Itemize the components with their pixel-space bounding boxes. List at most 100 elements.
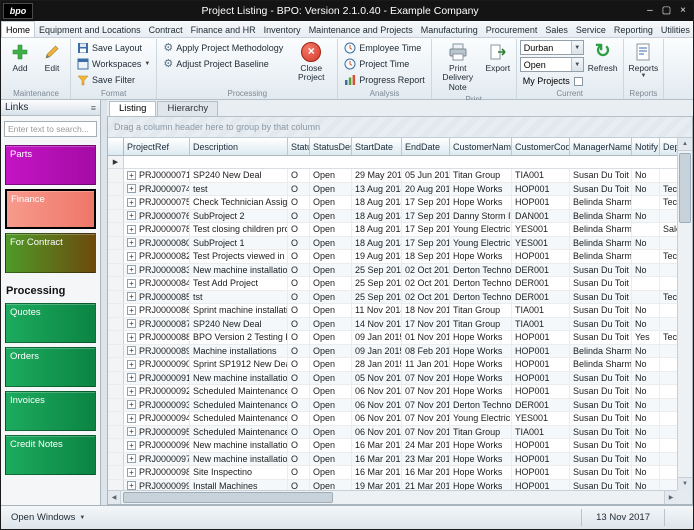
status-dropdown[interactable]: Open ▼ — [520, 57, 584, 72]
expand-icon[interactable]: + — [127, 468, 136, 477]
close-icon[interactable]: × — [680, 6, 686, 16]
grid-row-PRJ0000089[interactable]: +PRJ0000089Machine installationsOOpen09 … — [108, 345, 677, 359]
menu-tab-equipment-and-locations[interactable]: Equipment and Locations — [35, 21, 145, 37]
scroll-left-icon[interactable]: ◀ — [108, 491, 121, 504]
grid-filter-row[interactable]: ▶ — [108, 156, 677, 169]
minimize-icon[interactable]: – — [647, 6, 653, 16]
maximize-icon[interactable]: ▢ — [662, 6, 671, 16]
sidebar-link-invoices[interactable]: Invoices — [5, 391, 96, 431]
scroll-down-icon[interactable]: ▼ — [678, 477, 692, 490]
grid-row-PRJ0000086[interactable]: +PRJ0000086Sprint machine installation -… — [108, 304, 677, 318]
reports-button[interactable]: Reports ▼ — [627, 40, 661, 88]
sidebar-link-orders[interactable]: Orders — [5, 347, 96, 387]
menu-tab-manufacturing[interactable]: Manufacturing — [417, 21, 482, 37]
grid-row-PRJ0000088[interactable]: +PRJ0000088BPO Version 2 Testing PlanOOp… — [108, 331, 677, 345]
column-header-enddate[interactable]: EndDate — [402, 138, 450, 155]
edit-button[interactable]: Edit — [37, 40, 67, 88]
expand-icon[interactable]: + — [127, 211, 136, 220]
column-header-status[interactable]: Status — [288, 138, 310, 155]
expand-icon[interactable]: + — [127, 225, 136, 234]
expand-icon[interactable]: + — [127, 306, 136, 315]
grid-row-PRJ0000090[interactable]: +PRJ0000090Sprint SP1912 New Deal SaleOO… — [108, 358, 677, 372]
column-header-statusdesc[interactable]: StatusDesc — [310, 138, 352, 155]
column-header-description[interactable]: Description — [190, 138, 288, 155]
scroll-up-icon[interactable]: ▲ — [678, 138, 692, 151]
links-menu-icon[interactable]: ≡ — [91, 103, 96, 113]
expand-icon[interactable]: + — [127, 198, 136, 207]
expand-icon[interactable]: + — [127, 481, 136, 490]
column-header-customername[interactable]: CustomerName — [450, 138, 512, 155]
export-button[interactable]: Export — [483, 40, 513, 94]
close-project-button[interactable]: × Close Project — [288, 40, 334, 88]
column-header-notify[interactable]: Notify — [632, 138, 660, 155]
menu-tab-procurement[interactable]: Procurement — [482, 21, 542, 37]
grid-row-PRJ0000074[interactable]: +PRJ0000074testOOpen13 Aug 201420 Aug 20… — [108, 183, 677, 197]
expand-icon[interactable]: + — [127, 441, 136, 450]
menu-tab-contract[interactable]: Contract — [145, 21, 187, 37]
column-header-startdate[interactable]: StartDate — [352, 138, 402, 155]
grid-row-PRJ0000097[interactable]: +PRJ0000097New machine installationOOpen… — [108, 453, 677, 467]
print-delivery-note-button[interactable]: Print Delivery Note — [435, 40, 481, 94]
grid-row-PRJ0000076[interactable]: +PRJ0000076SubProject 2OOpen18 Aug 20141… — [108, 210, 677, 224]
grid-row-PRJ0000095[interactable]: +PRJ0000095Scheduled Maintenance for TI.… — [108, 426, 677, 440]
grid-row-PRJ0000096[interactable]: +PRJ0000096New machine installation SP 1… — [108, 439, 677, 453]
grid-row-PRJ0000085[interactable]: +PRJ0000085tstOOpen25 Sep 201402 Oct 201… — [108, 291, 677, 305]
vertical-scrollbar[interactable]: ▲ ▼ — [677, 138, 692, 490]
vertical-scroll-thumb[interactable] — [679, 153, 691, 223]
expand-icon[interactable]: + — [127, 414, 136, 423]
adjust-project-baseline-button[interactable]: ⚙ Adjust Project Baseline — [160, 56, 286, 71]
expand-icon[interactable]: + — [127, 373, 136, 382]
grid-row-PRJ0000099[interactable]: +PRJ0000099Install MachinesOOpen19 Mar 2… — [108, 480, 677, 491]
search-input[interactable] — [4, 121, 97, 137]
grid-row-PRJ0000094[interactable]: +PRJ0000094Scheduled Maintenance for YE.… — [108, 412, 677, 426]
column-header-projectref[interactable]: ProjectRef — [124, 138, 190, 155]
grid-row-PRJ0000080[interactable]: +PRJ0000080SubProject 1OOpen18 Aug 20141… — [108, 237, 677, 251]
menu-tab-reporting[interactable]: Reporting — [610, 21, 657, 37]
tab-hierarchy[interactable]: Hierarchy — [157, 101, 218, 116]
sidebar-link-quotes[interactable]: Quotes — [5, 303, 96, 343]
expand-icon[interactable]: + — [127, 360, 136, 369]
grid-row-PRJ0000082[interactable]: +PRJ0000082Test Projects viewed in Custo… — [108, 250, 677, 264]
menu-tab-maintenance-and-projects[interactable]: Maintenance and Projects — [305, 21, 417, 37]
menu-tab-service[interactable]: Service — [572, 21, 610, 37]
expand-icon[interactable]: + — [127, 292, 136, 301]
expand-icon[interactable]: + — [127, 400, 136, 409]
grid-row-PRJ0000084[interactable]: +PRJ0000084Test Add ProjectOOpen25 Sep 2… — [108, 277, 677, 291]
expand-icon[interactable]: + — [127, 252, 136, 261]
expand-icon[interactable]: + — [127, 346, 136, 355]
menu-tab-utilities[interactable]: Utilities — [657, 21, 694, 37]
expand-icon[interactable]: + — [127, 427, 136, 436]
save-filter-button[interactable]: Save Filter — [74, 72, 153, 87]
my-projects-checkbox[interactable]: My Projects — [520, 74, 584, 88]
grid-row-PRJ0000087[interactable]: +PRJ0000087SP240 New DealOOpen14 Nov 201… — [108, 318, 677, 332]
menu-tab-sales[interactable]: Sales — [541, 21, 572, 37]
horizontal-scrollbar[interactable]: ◀ ▶ — [108, 490, 677, 504]
grid-row-PRJ0000075[interactable]: +PRJ0000075Check Technician AssignmentOO… — [108, 196, 677, 210]
column-header-customercode[interactable]: CustomerCode — [512, 138, 570, 155]
save-layout-button[interactable]: Save Layout — [74, 40, 153, 55]
grid-row-PRJ0000092[interactable]: +PRJ0000092Scheduled Maintenance for HO.… — [108, 385, 677, 399]
menu-tab-inventory[interactable]: Inventory — [260, 21, 305, 37]
site-dropdown[interactable]: Durban ▼ — [520, 40, 584, 55]
column-header-managername[interactable]: ManagerName — [570, 138, 632, 155]
workspaces-button[interactable]: Workspaces ▼ — [74, 56, 153, 71]
employee-time-button[interactable]: Employee Time — [341, 40, 428, 55]
refresh-button[interactable]: ↻ Refresh — [586, 40, 620, 88]
grid-row-PRJ0000083[interactable]: +PRJ0000083New machine installationOOpen… — [108, 264, 677, 278]
progress-report-button[interactable]: Progress Report — [341, 72, 428, 87]
grid-row-PRJ0000091[interactable]: +PRJ0000091New machine installation SP 1… — [108, 372, 677, 386]
grid-row-PRJ0000071[interactable]: +PRJ0000071SP240 New DealOOpen29 May 201… — [108, 169, 677, 183]
grid-row-PRJ0000093[interactable]: +PRJ0000093Scheduled Maintenance for DE.… — [108, 399, 677, 413]
expand-icon[interactable]: + — [127, 319, 136, 328]
expand-icon[interactable]: + — [127, 238, 136, 247]
add-button[interactable]: Add — [5, 40, 35, 88]
expand-icon[interactable]: + — [127, 333, 136, 342]
sidebar-link-parts[interactable]: Parts — [5, 145, 96, 185]
expand-icon[interactable]: + — [127, 171, 136, 180]
scroll-right-icon[interactable]: ▶ — [664, 491, 677, 504]
project-time-button[interactable]: Project Time — [341, 56, 428, 71]
horizontal-scroll-thumb[interactable] — [123, 492, 333, 503]
expand-icon[interactable]: + — [127, 279, 136, 288]
sidebar-link-credit-notes[interactable]: Credit Notes — [5, 435, 96, 475]
menu-tab-home[interactable]: Home — [1, 21, 35, 37]
